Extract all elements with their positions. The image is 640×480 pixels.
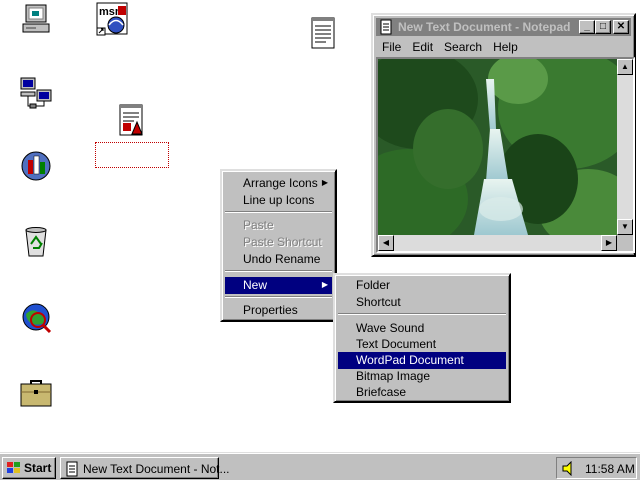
menu-file[interactable]: File xyxy=(376,38,406,54)
taskbar-button-notepad[interactable]: New Text Document - Not... xyxy=(60,457,230,479)
start-label: Start xyxy=(24,461,52,475)
rename-textbox[interactable] xyxy=(95,142,169,168)
menu-separator xyxy=(225,296,332,298)
menu-item-label: Line up Icons xyxy=(243,193,315,207)
windows-logo-icon xyxy=(7,462,20,473)
menu-item-label: Undo Rename xyxy=(243,252,321,266)
desktop[interactable]: msn New Text Document - Notepad _ □ ✕ Fi… xyxy=(0,0,640,452)
new-submenu: Folder Shortcut Wave Sound Text Document… xyxy=(333,273,511,403)
desktop-context-menu: Arrange Icons ▶ Line up Icons Paste Past… xyxy=(220,169,337,322)
scroll-corner xyxy=(617,235,633,251)
notepad-titlebar[interactable]: New Text Document - Notepad _ □ ✕ xyxy=(376,18,631,36)
notepad-menubar: File Edit Search Help xyxy=(376,38,631,56)
system-tray: 11:58 AM xyxy=(556,457,637,479)
menu-search[interactable]: Search xyxy=(438,38,487,54)
scroll-right-button[interactable]: ▶ xyxy=(601,235,617,251)
submenu-item-label: Bitmap Image xyxy=(356,369,431,383)
notepad-icon xyxy=(66,461,78,477)
menu-edit[interactable]: Edit xyxy=(406,38,438,54)
menu-item-line-up-icons[interactable]: Line up Icons xyxy=(225,192,332,209)
notepad-icon xyxy=(380,19,392,35)
online-services-icon[interactable] xyxy=(18,148,54,184)
menu-item-arrange-icons[interactable]: Arrange Icons ▶ xyxy=(225,175,332,192)
submenu-item-label: Text Document xyxy=(356,337,437,351)
submenu-item-label: Folder xyxy=(356,278,391,292)
taskbar: Start New Text Document - Not... 11:58 A… xyxy=(0,452,640,480)
scroll-left-button[interactable]: ◀ xyxy=(378,235,394,251)
menu-separator xyxy=(338,313,506,315)
menu-item-properties[interactable]: Properties xyxy=(225,302,332,319)
start-button[interactable]: Start xyxy=(2,457,56,479)
notepad-window[interactable]: New Text Document - Notepad _ □ ✕ File Ed… xyxy=(371,13,636,257)
submenu-item-wordpad-document[interactable]: WordPad Document xyxy=(338,352,506,369)
menu-separator xyxy=(225,270,332,272)
submenu-item-briefcase[interactable]: Briefcase xyxy=(338,384,506,401)
taskbar-button-label: New Text Document - Not... xyxy=(83,462,230,476)
submenu-item-shortcut[interactable]: Shortcut xyxy=(338,294,506,311)
scroll-up-button[interactable]: ▲ xyxy=(617,59,633,75)
submenu-arrow-icon: ▶ xyxy=(321,280,328,289)
recycle-bin-icon[interactable] xyxy=(18,224,54,260)
notepad-content[interactable]: ▲ ▼ ◀ ▶ xyxy=(376,57,635,253)
vertical-scrollbar[interactable]: ▲ ▼ xyxy=(617,59,633,235)
menu-item-paste-shortcut: Paste Shortcut xyxy=(225,234,332,251)
scroll-down-button[interactable]: ▼ xyxy=(617,219,633,235)
my-computer-icon[interactable] xyxy=(18,2,54,38)
network-neighborhood-icon[interactable] xyxy=(18,76,54,112)
menu-item-label: Paste xyxy=(243,218,274,232)
clock[interactable]: 11:58 AM xyxy=(585,462,635,476)
waterfall-forest-photo xyxy=(378,59,633,249)
menu-help[interactable]: Help xyxy=(487,38,523,54)
close-button[interactable]: ✕ xyxy=(613,20,629,34)
submenu-item-bitmap-image[interactable]: Bitmap Image xyxy=(338,368,506,385)
menu-item-label: Arrange Icons xyxy=(243,176,318,190)
menu-separator xyxy=(225,211,332,213)
submenu-item-label: Shortcut xyxy=(356,295,401,309)
menu-item-paste: Paste xyxy=(225,217,332,234)
internet-explorer-icon[interactable] xyxy=(18,300,54,336)
submenu-item-label: WordPad Document xyxy=(356,353,464,367)
minimize-button[interactable]: _ xyxy=(579,20,595,34)
text-file-icon[interactable] xyxy=(306,16,342,52)
submenu-item-label: Wave Sound xyxy=(356,321,425,335)
submenu-arrow-icon: ▶ xyxy=(321,178,328,187)
menu-item-label: Paste Shortcut xyxy=(243,235,322,249)
submenu-item-folder[interactable]: Folder xyxy=(338,277,506,294)
wordpad-file-icon[interactable] xyxy=(114,104,150,140)
menu-item-label: New xyxy=(243,278,268,292)
maximize-button[interactable]: □ xyxy=(595,20,611,34)
menu-item-undo-rename[interactable]: Undo Rename xyxy=(225,251,332,268)
msn-icon[interactable]: msn xyxy=(94,2,130,38)
menu-item-new[interactable]: New ▶ xyxy=(225,277,332,294)
briefcase-icon[interactable] xyxy=(18,376,54,412)
submenu-item-text-document[interactable]: Text Document xyxy=(338,336,506,353)
submenu-item-label: Briefcase xyxy=(356,385,407,399)
window-title: New Text Document - Notepad xyxy=(398,20,571,34)
menu-item-label: Properties xyxy=(243,303,298,317)
speaker-icon[interactable] xyxy=(561,461,577,476)
submenu-item-wave-sound[interactable]: Wave Sound xyxy=(338,320,506,337)
horizontal-scrollbar[interactable]: ◀ ▶ xyxy=(378,235,617,251)
